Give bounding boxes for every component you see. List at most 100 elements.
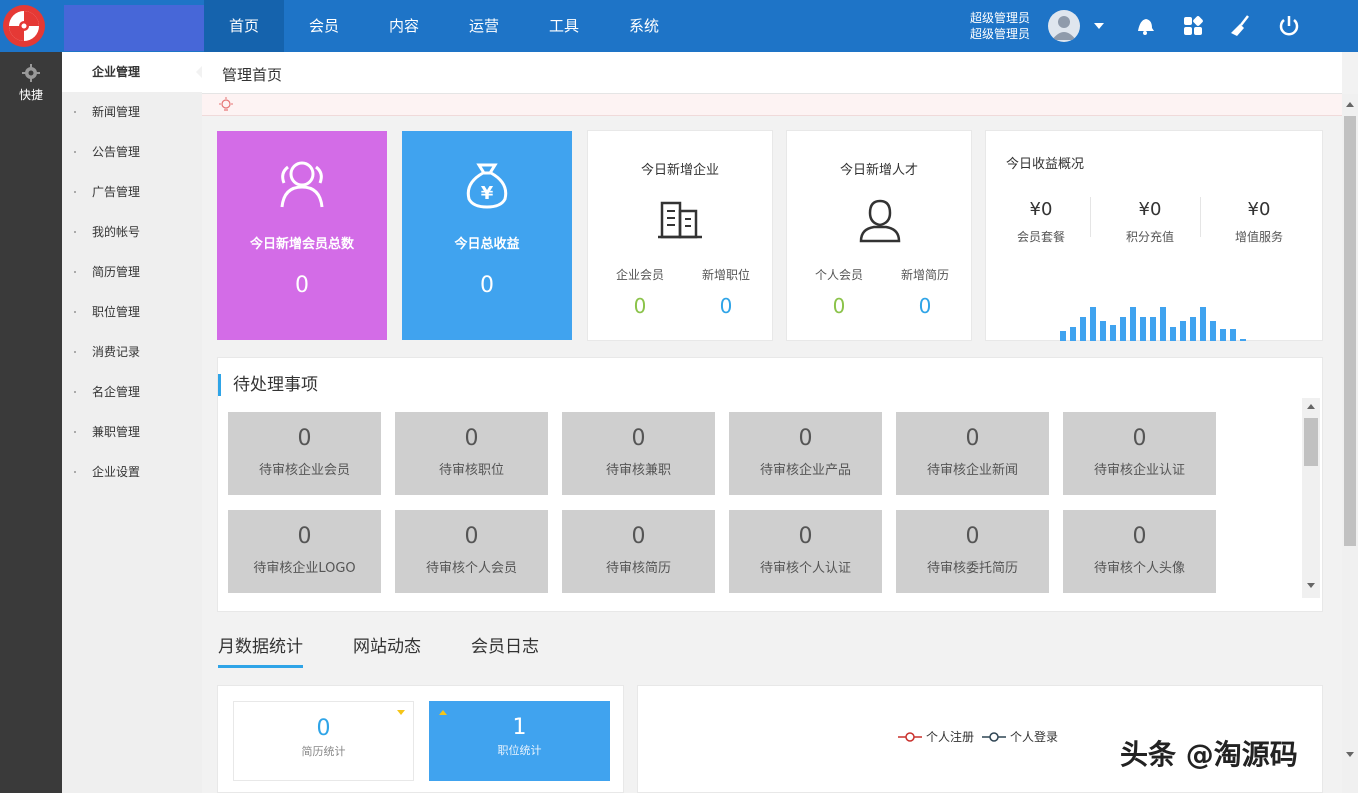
stat-sub-label: 个人会员 [814, 268, 863, 282]
stat-sub-label: 新增简历 [900, 268, 949, 282]
nav-system[interactable]: 系统 [604, 0, 684, 52]
mini-bar [1240, 339, 1246, 341]
scroll-thumb[interactable] [1344, 116, 1356, 546]
nav-home[interactable]: 首页 [204, 0, 284, 52]
submenu-item[interactable]: 企业设置 [62, 452, 202, 492]
pending-label: 待审核企业认证 [1093, 463, 1185, 478]
resume-stat[interactable]: 0 简历统计 [233, 701, 414, 781]
pending-panel: 待处理事项 0 待审核企业会员 0 待审核职位 0 待审核兼职 0 待审核企业产品 0 待审核企业… [217, 357, 1323, 612]
revenue-caption: 积分充值 [1125, 230, 1174, 244]
job-count: 1 [512, 715, 527, 740]
stat-title: 今日新增企业 [640, 163, 719, 178]
bullet-icon [74, 151, 76, 153]
pending-tile[interactable]: 0 待审核企业新闻 [896, 412, 1049, 495]
monthly-summary: 0 简历统计 1 职位统计 [217, 685, 624, 793]
pending-label: 待审核企业产品 [759, 463, 851, 478]
nav-content[interactable]: 内容 [364, 0, 444, 52]
bell-icon[interactable] [1133, 14, 1157, 38]
watermark: 头条 @淘源码 [1120, 738, 1298, 771]
quick-button[interactable]: 快捷 [0, 64, 62, 103]
pending-tile[interactable]: 0 待审核个人认证 [729, 510, 882, 593]
pending-count: 0 [1132, 524, 1147, 549]
pending-tile[interactable]: 0 待审核个人头像 [1063, 510, 1216, 593]
submenu-item[interactable]: 兼职管理 [62, 412, 202, 452]
revenue-caption: 增值服务 [1234, 230, 1283, 244]
submenu-item[interactable]: 新闻管理 [62, 92, 202, 132]
legend-label: 个人注册 [926, 730, 975, 744]
submenu-item[interactable]: 简历管理 [62, 252, 202, 292]
gear-icon [22, 64, 40, 82]
avatar[interactable] [1048, 10, 1080, 42]
pending-label: 待审核兼职 [605, 463, 671, 478]
scroll-thumb[interactable] [1304, 418, 1318, 466]
pending-tile[interactable]: 0 待审核兼职 [562, 412, 715, 495]
pending-count: 0 [297, 524, 312, 549]
pending-title: 待处理事项 [218, 374, 318, 396]
pending-count: 0 [464, 524, 479, 549]
pending-count: 0 [798, 524, 813, 549]
pending-tile[interactable]: 0 待审核企业认证 [1063, 412, 1216, 495]
nav-tools[interactable]: 工具 [524, 0, 604, 52]
pending-tile[interactable]: 0 待审核企业会员 [228, 412, 381, 495]
legend-item-login[interactable]: 个人登录 [982, 728, 1058, 745]
bullet-icon [74, 311, 76, 313]
apps-icon[interactable] [1181, 14, 1205, 38]
submenu-label: 简历管理 [92, 265, 141, 279]
mini-bar [1060, 331, 1066, 341]
pending-count: 0 [297, 426, 312, 451]
scroll-up-icon[interactable] [1307, 404, 1315, 409]
nav-operations[interactable]: 运营 [444, 0, 524, 52]
pending-count: 0 [798, 426, 813, 451]
stat-new-members[interactable]: 今日新增会员总数 0 [217, 131, 387, 340]
pending-tile[interactable]: 0 待审核简历 [562, 510, 715, 593]
admin-line-1: 超级管理员 [969, 11, 1030, 25]
main-scrollbar[interactable] [1342, 94, 1358, 793]
mini-bar [1190, 317, 1196, 341]
revenue-item: ¥0 增值服务 [1204, 199, 1314, 245]
stat-value: 0 [295, 273, 309, 298]
pending-tile[interactable]: 0 待审核职位 [395, 412, 548, 495]
members-icon [280, 161, 324, 208]
legend-item-register[interactable]: 个人注册 [898, 728, 974, 745]
chevron-down-icon[interactable] [1094, 23, 1104, 29]
pending-tile[interactable]: 0 待审核企业产品 [729, 412, 882, 495]
revenue-item: ¥0 会员套餐 [986, 199, 1096, 245]
stat-today-income[interactable]: ¥ 今日总收益 0 [402, 131, 572, 340]
stats-tabs: 月数据统计 网站动态 会员日志 [218, 634, 589, 668]
quick-sidebar: 快捷 [0, 52, 62, 793]
scroll-down-icon[interactable] [1346, 752, 1354, 757]
revenue-amount: ¥0 [1247, 199, 1271, 220]
clean-icon[interactable] [1228, 14, 1252, 38]
submenu-item[interactable]: 消费记录 [62, 332, 202, 372]
mini-bar [1230, 329, 1236, 341]
pending-tile[interactable]: 0 待审核委托简历 [896, 510, 1049, 593]
pending-tile[interactable]: 0 待审核企业LOGO [228, 510, 381, 593]
pending-scrollbar[interactable] [1302, 398, 1320, 598]
submenu-item[interactable]: 广告管理 [62, 172, 202, 212]
submenu-item[interactable]: 企业管理 [62, 52, 202, 92]
submenu-item[interactable]: 我的帐号 [62, 212, 202, 252]
person-icon [859, 199, 901, 243]
tab-site-activity[interactable]: 网站动态 [353, 634, 421, 668]
stat-label: 今日新增会员总数 [249, 237, 354, 252]
pending-tile[interactable]: 0 待审核个人会员 [395, 510, 548, 593]
tab-member-log[interactable]: 会员日志 [471, 634, 539, 668]
tab-monthly-stats[interactable]: 月数据统计 [218, 634, 303, 668]
submenu-label: 新闻管理 [92, 105, 141, 119]
pending-label: 待审核个人头像 [1093, 561, 1185, 576]
scroll-up-icon[interactable] [1346, 102, 1354, 107]
scroll-down-icon[interactable] [1307, 583, 1315, 588]
submenu-item[interactable]: 名企管理 [62, 372, 202, 412]
breadcrumb: 管理首页 [202, 52, 1342, 94]
submenu-item[interactable]: 职位管理 [62, 292, 202, 332]
power-icon[interactable] [1277, 14, 1301, 38]
submenu-item[interactable]: 公告管理 [62, 132, 202, 172]
job-stat[interactable]: 1 职位统计 [429, 701, 610, 781]
revenue-overview: 今日收益概况 ¥0 会员套餐 ¥0 积分充值 ¥0 增值服务 [985, 130, 1323, 341]
site-name-block[interactable] [64, 5, 204, 51]
stat-sub-label: 新增职位 [701, 268, 750, 282]
nav-members[interactable]: 会员 [284, 0, 364, 52]
mini-bar [1120, 317, 1126, 341]
logo-icon[interactable] [2, 4, 46, 48]
mini-bar [1090, 307, 1096, 341]
